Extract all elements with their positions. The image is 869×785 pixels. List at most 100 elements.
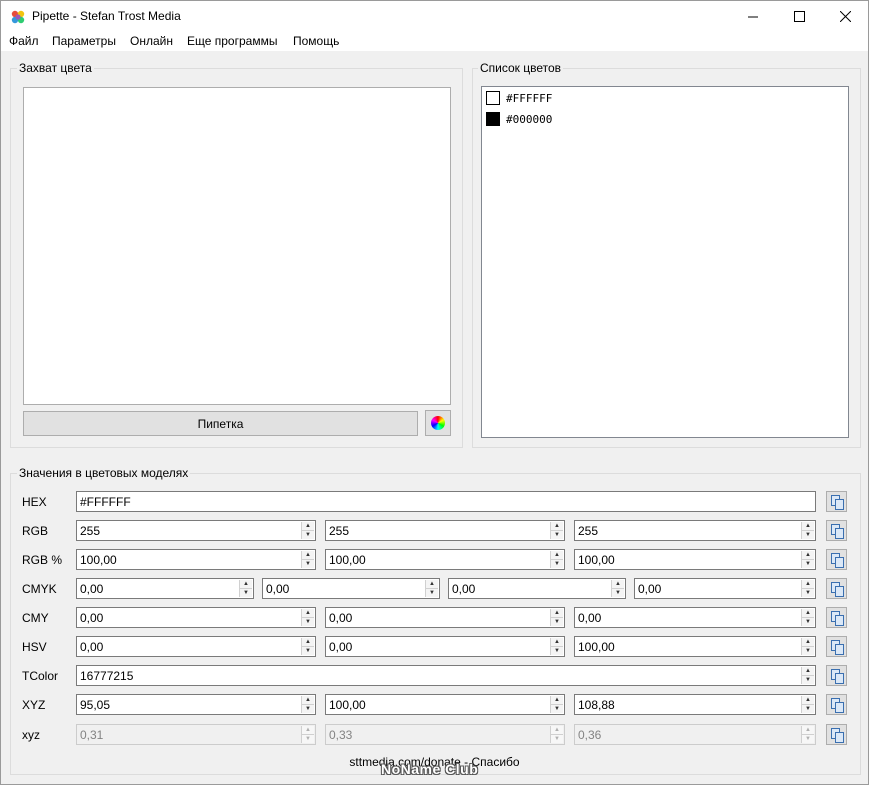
copy-xyz-button[interactable] <box>826 694 847 715</box>
cmy-y-spinbox[interactable]: 0,00 ▲ ▼ <box>574 607 816 628</box>
spin-buttons: ▲ ▼ <box>550 726 563 743</box>
xyz-z-spinbox[interactable]: 108,88 ▲ ▼ <box>574 694 816 715</box>
pipette-app-icon <box>11 10 25 24</box>
hex-field[interactable]: #FFFFFF <box>76 491 816 512</box>
menu-settings[interactable]: Параметры <box>50 34 118 48</box>
tcolor-spinbox[interactable]: 16777215 ▲ ▼ <box>76 665 816 686</box>
spin-buttons[interactable]: ▲ ▼ <box>550 696 563 713</box>
cmyk-y-spinbox[interactable]: 0,00 ▲ ▼ <box>448 578 626 599</box>
spin-buttons[interactable]: ▲ ▼ <box>301 638 314 655</box>
cmy-label: CMY <box>22 611 49 625</box>
cmy-y-value: 0,00 <box>578 610 602 625</box>
copy-icon <box>830 495 844 510</box>
spin-buttons[interactable]: ▲ ▼ <box>550 638 563 655</box>
cmy-c-spinbox[interactable]: 0,00 ▲ ▼ <box>76 607 316 628</box>
cmyk-k-spinbox[interactable]: 0,00 ▲ ▼ <box>634 578 816 599</box>
minimize-button[interactable] <box>730 1 776 31</box>
xyz-small-y-value: 0,33 <box>329 727 353 742</box>
spin-buttons[interactable]: ▲ ▼ <box>801 638 814 655</box>
cmy-m-value: 0,00 <box>329 610 353 625</box>
spin-buttons[interactable]: ▲ ▼ <box>801 551 814 568</box>
pipette-button[interactable]: Пипетка <box>23 411 418 436</box>
copy-xyz-small-button[interactable] <box>826 724 847 745</box>
spin-buttons: ▲ ▼ <box>801 726 814 743</box>
close-button[interactable] <box>822 1 868 31</box>
rgb-label: RGB <box>22 524 49 538</box>
rgb-b-value: 255 <box>578 523 599 538</box>
rgb-b-spinbox[interactable]: 255 ▲ ▼ <box>574 520 816 541</box>
xyz-small-y-spinbox: 0,33 ▲ ▼ <box>325 724 565 745</box>
xyz-small-x-spinbox: 0,31 ▲ ▼ <box>76 724 316 745</box>
minimize-icon <box>747 16 758 17</box>
spin-buttons[interactable]: ▲ ▼ <box>301 696 314 713</box>
cmyk-m-spinbox[interactable]: 0,00 ▲ ▼ <box>262 578 440 599</box>
rgb-pct-r-spinbox[interactable]: 100,00 ▲ ▼ <box>76 549 316 570</box>
rgb-pct-g-spinbox[interactable]: 100,00 ▲ ▼ <box>325 549 565 570</box>
xyz-small-z-value: 0,36 <box>578 727 602 742</box>
spin-buttons[interactable]: ▲ ▼ <box>425 580 438 597</box>
hsv-h-spinbox[interactable]: 0,00 ▲ ▼ <box>76 636 316 657</box>
copy-cmy-button[interactable] <box>826 607 847 628</box>
hex-value: #FFFFFF <box>80 494 131 509</box>
tcolor-label: TColor <box>22 669 59 683</box>
cmyk-c-spinbox[interactable]: 0,00 ▲ ▼ <box>76 578 254 599</box>
rgb-pct-label: RGB % <box>22 553 63 567</box>
xyz-x-spinbox[interactable]: 95,05 ▲ ▼ <box>76 694 316 715</box>
spin-buttons[interactable]: ▲ ▼ <box>301 609 314 626</box>
copy-icon <box>830 640 844 655</box>
copy-cmyk-button[interactable] <box>826 578 847 599</box>
color-list-item[interactable]: #FFFFFF <box>486 89 552 107</box>
spin-buttons[interactable]: ▲ ▼ <box>801 696 814 713</box>
rgb-g-spinbox[interactable]: 255 ▲ ▼ <box>325 520 565 541</box>
spin-buttons[interactable]: ▲ ▼ <box>550 609 563 626</box>
color-list-item[interactable]: #000000 <box>486 110 552 128</box>
copy-icon <box>830 611 844 626</box>
hsv-v-value: 100,00 <box>578 639 615 654</box>
cmyk-c-value: 0,00 <box>80 581 104 596</box>
spin-buttons[interactable]: ▲ ▼ <box>801 522 814 539</box>
hsv-v-spinbox[interactable]: 100,00 ▲ ▼ <box>574 636 816 657</box>
copy-hsv-button[interactable] <box>826 636 847 657</box>
rgb-pct-b-spinbox[interactable]: 100,00 ▲ ▼ <box>574 549 816 570</box>
app-window: Pipette - Stefan Trost Media Файл Параме… <box>0 0 869 785</box>
color-list[interactable]: #FFFFFF #000000 <box>481 86 849 438</box>
color-swatch <box>486 112 500 126</box>
spin-buttons[interactable]: ▲ ▼ <box>550 551 563 568</box>
hsv-s-spinbox[interactable]: 0,00 ▲ ▼ <box>325 636 565 657</box>
cmyk-y-value: 0,00 <box>452 581 476 596</box>
spin-buttons[interactable]: ▲ ▼ <box>801 609 814 626</box>
copy-tcolor-button[interactable] <box>826 665 847 686</box>
xyz-small-x-value: 0,31 <box>80 727 104 742</box>
menu-online[interactable]: Онлайн <box>128 34 175 48</box>
cmyk-k-value: 0,00 <box>638 581 662 596</box>
xyz-x-value: 95,05 <box>80 697 111 712</box>
cmyk-m-value: 0,00 <box>266 581 290 596</box>
spin-buttons[interactable]: ▲ ▼ <box>611 580 624 597</box>
spin-buttons[interactable]: ▲ ▼ <box>550 522 563 539</box>
rgb-r-spinbox[interactable]: 255 ▲ ▼ <box>76 520 316 541</box>
menu-help[interactable]: Помощь <box>291 34 341 48</box>
menu-file[interactable]: Файл <box>7 34 41 48</box>
copy-rgb-pct-button[interactable] <box>826 549 847 570</box>
maximize-button[interactable] <box>776 1 822 31</box>
rgb-pct-g-value: 100,00 <box>329 552 366 567</box>
capture-preview-area[interactable] <box>23 87 451 405</box>
copy-icon <box>830 669 844 684</box>
spin-buttons[interactable]: ▲ ▼ <box>801 580 814 597</box>
color-picker-button[interactable] <box>425 410 451 436</box>
copy-rgb-button[interactable] <box>826 520 847 541</box>
spin-buttons[interactable]: ▲ ▼ <box>301 551 314 568</box>
menu-more-programs[interactable]: Еще программы <box>185 34 279 48</box>
color-hex-label: #000000 <box>506 112 553 126</box>
cmyk-label: CMYK <box>22 582 57 596</box>
copy-hex-button[interactable] <box>826 491 847 512</box>
spin-buttons[interactable]: ▲ ▼ <box>239 580 252 597</box>
window-title: Pipette - Stefan Trost Media <box>32 9 181 23</box>
cmy-m-spinbox[interactable]: 0,00 ▲ ▼ <box>325 607 565 628</box>
title-bar: Pipette - Stefan Trost Media <box>1 1 868 31</box>
spin-buttons[interactable]: ▲ ▼ <box>301 522 314 539</box>
spin-buttons[interactable]: ▲ ▼ <box>801 667 814 684</box>
xyz-y-spinbox[interactable]: 100,00 ▲ ▼ <box>325 694 565 715</box>
pipette-button-label: Пипетка <box>197 416 244 431</box>
watermark: NoName Club <box>381 761 479 777</box>
